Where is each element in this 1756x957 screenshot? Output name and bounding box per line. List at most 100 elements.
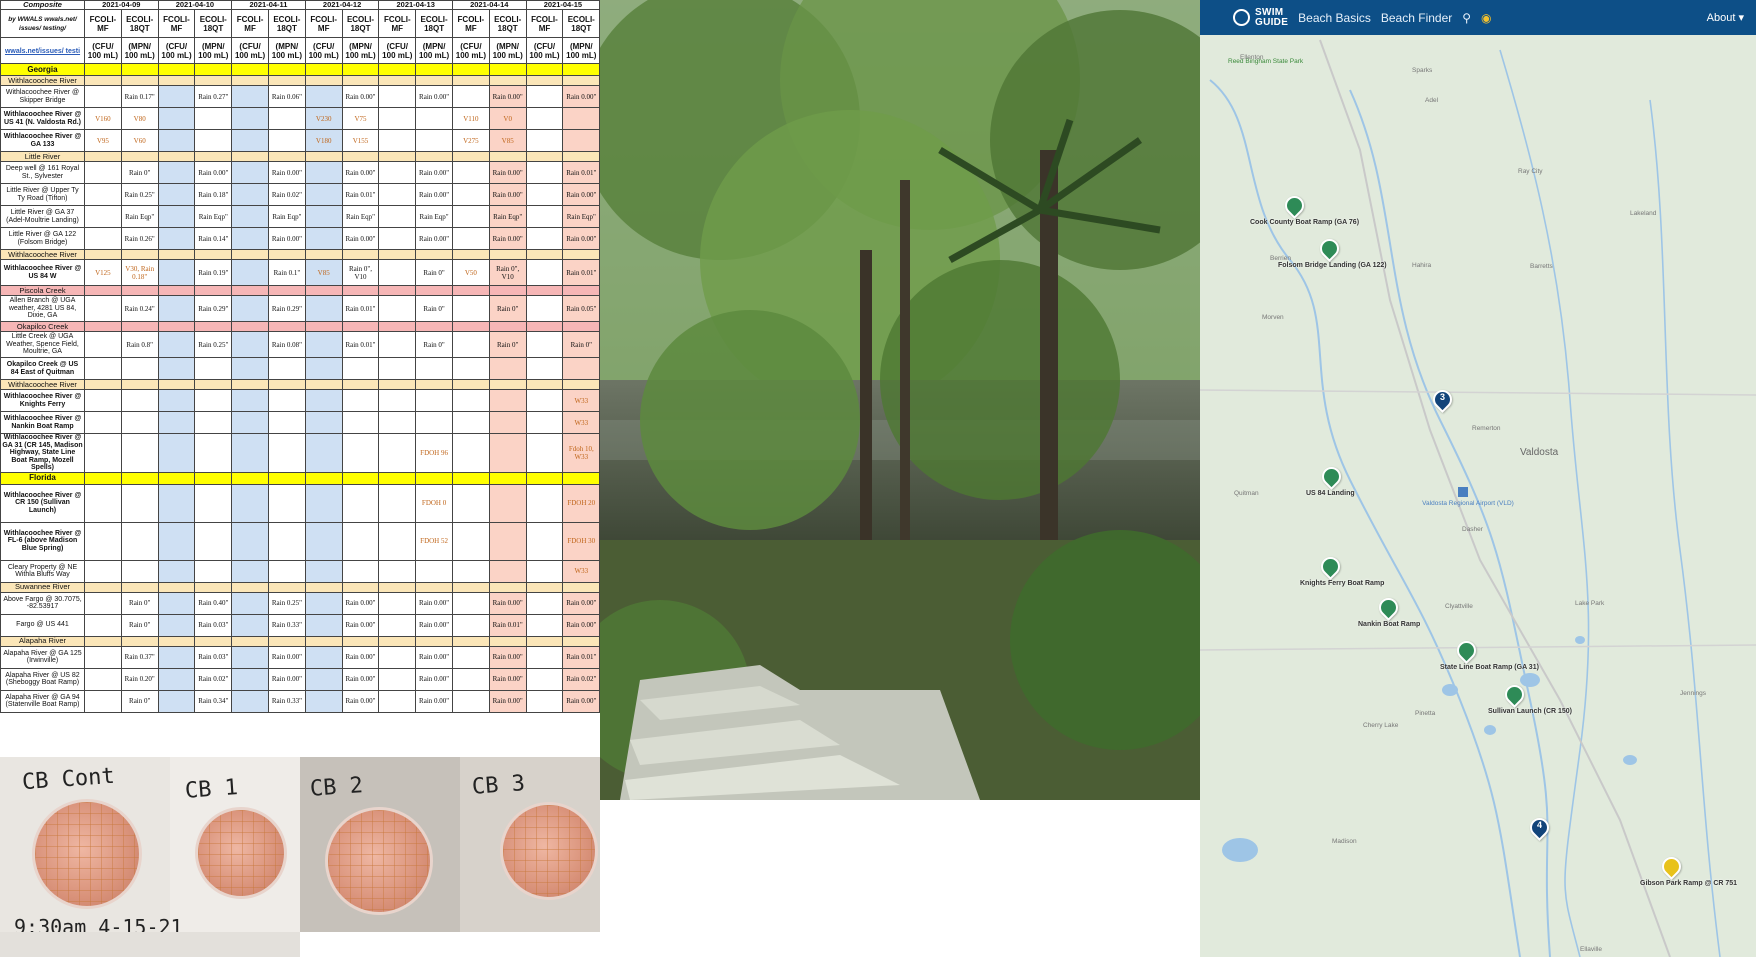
result-cell: Rain 0.00" [415,591,453,615]
map-pin-gibson-park[interactable] [1658,853,1685,880]
date-header: 2021-04-15 [525,0,600,10]
result-cell: Rain 0.26" [120,227,159,250]
site-row: Withlacoochee River @ GA 133 V95 V60 V180 V1… [0,129,600,152]
result-cell [378,645,417,669]
map-pin-us84-landing[interactable] [1318,463,1345,490]
map-base [1200,0,1756,957]
river-fill [267,581,306,593]
result-cell [194,129,233,152]
river-fill [157,581,196,593]
river-fill [194,635,233,647]
result-cell [378,129,417,152]
result-cell [231,411,269,434]
region-fill [267,471,306,485]
site-label: Alapaha River @ GA 94 (Statenville Boat … [0,689,85,713]
result-cell [378,689,417,713]
result-cell: W33 [562,411,600,434]
result-cell [194,107,233,130]
map-airport: Valdosta Regional Airport (VLD) [1422,500,1514,507]
results-table: Composite 2021-04-09 2021-04-10 2021-04-11 2… [0,0,600,713]
result-cell [84,85,122,108]
result-cell [231,85,269,108]
swim-guide-logo-icon[interactable] [1233,9,1250,26]
result-cell [157,689,196,713]
result-cell [84,591,122,615]
map-pin-sullivan[interactable] [1501,681,1528,708]
unit-header: (MPN/ 100 mL) [562,37,600,64]
swim-guide-logo[interactable]: SWIM GUIDE [1255,7,1288,28]
result-cell: V80 [120,107,159,130]
river-fill [378,285,417,296]
search-icon[interactable]: ⚲ [1462,11,1471,25]
map-pin-cook-county[interactable] [1281,192,1308,219]
composite-collage: Composite 2021-04-09 2021-04-10 2021-04-11 2… [0,0,1756,957]
map-town: Clyattville [1445,603,1473,610]
river-fill [84,635,122,647]
result-cell: Rain 0.01" [562,259,600,286]
result-cell: V230 [304,107,343,130]
result-cell: Rain 0.00" [341,85,380,108]
site-row: Alapaha River @ GA 94 (Statenville Boat … [0,689,600,713]
nav-beach-basics[interactable]: Beach Basics [1298,11,1371,25]
nav-about[interactable]: About ▾ [1707,11,1744,24]
color-wheel-icon[interactable]: ◉ [1481,11,1491,25]
source-link[interactable]: wwals.net/issues/ testi [0,37,85,64]
result-cell: Rain 0" [562,331,600,358]
result-cell [488,411,527,434]
region-fill [378,63,417,76]
river-fill [451,75,490,86]
result-cell [157,107,196,130]
result-cell: Rain 0.29" [194,295,233,322]
map-cluster-3[interactable]: 3 [1429,386,1456,413]
site-label: Okapilco Creek @ US 84 East of Quitman [0,357,85,380]
river-fill [120,321,159,332]
result-cell [488,521,527,561]
river-label: Suwannee River [0,581,85,593]
river-fill [120,249,159,260]
region-fill [415,471,453,485]
site-row: Withlacoochee River @ US 41 (N. Valdosta… [0,107,600,130]
river-row: Withlacoochee River [0,75,600,86]
result-cell: Rain 0.37" [120,645,159,669]
map-pin-knights-ferry[interactable] [1317,553,1344,580]
river-fill [194,151,233,162]
result-cell [304,559,343,583]
result-cell [304,227,343,250]
type-header: ECOLI-18QT [341,9,380,38]
river-row: Withlacoochee River [0,249,600,260]
map-town: Dasher [1462,526,1483,533]
site-label: Withlacoochee River @ GA 133 [0,129,85,152]
result-cell: V180 [304,129,343,152]
result-cell [267,389,306,412]
map-cluster-4[interactable]: 4 [1526,814,1553,841]
map-pin-state-line[interactable] [1453,637,1480,664]
result-cell: Rain 0" [120,613,159,637]
river-fill [525,635,564,647]
result-cell [157,259,196,286]
result-cell: Rain 0.00" [415,227,453,250]
region-fill [488,63,527,76]
pin-label: Nankin Boat Ramp [1358,621,1421,628]
swim-guide-map[interactable]: SWIM GUIDE Beach Basics Beach Finder ⚲ ◉… [1200,0,1756,957]
result-cell [120,389,159,412]
result-cell [304,85,343,108]
result-cell: Rain 0.00" [562,613,600,637]
river-fill [525,379,564,390]
pin-label: US 84 Landing [1306,490,1355,497]
result-cell [84,331,122,358]
result-cell [231,107,269,130]
river-label: Withlacoochee River [0,75,85,86]
result-cell: Rain 0" [120,591,159,615]
result-cell [378,295,417,322]
site-row: Withlacoochee River @ GA 31 (CR 145, Mad… [0,433,600,473]
site-row: Deep well @ 161 Royal St., Sylvester Rain… [0,161,600,184]
river-fill [562,151,600,162]
result-cell: Rain 0.1" [267,259,306,286]
map-pin-nankin[interactable] [1375,594,1402,621]
petri-label: CB 2 [309,773,364,802]
nav-beach-finder[interactable]: Beach Finder [1381,11,1452,25]
map-pin-folsom-bridge[interactable] [1316,235,1343,262]
result-cell [157,357,196,380]
result-cell: Rain 0.02" [194,667,233,691]
result-cell: Rain 0.00" [267,227,306,250]
